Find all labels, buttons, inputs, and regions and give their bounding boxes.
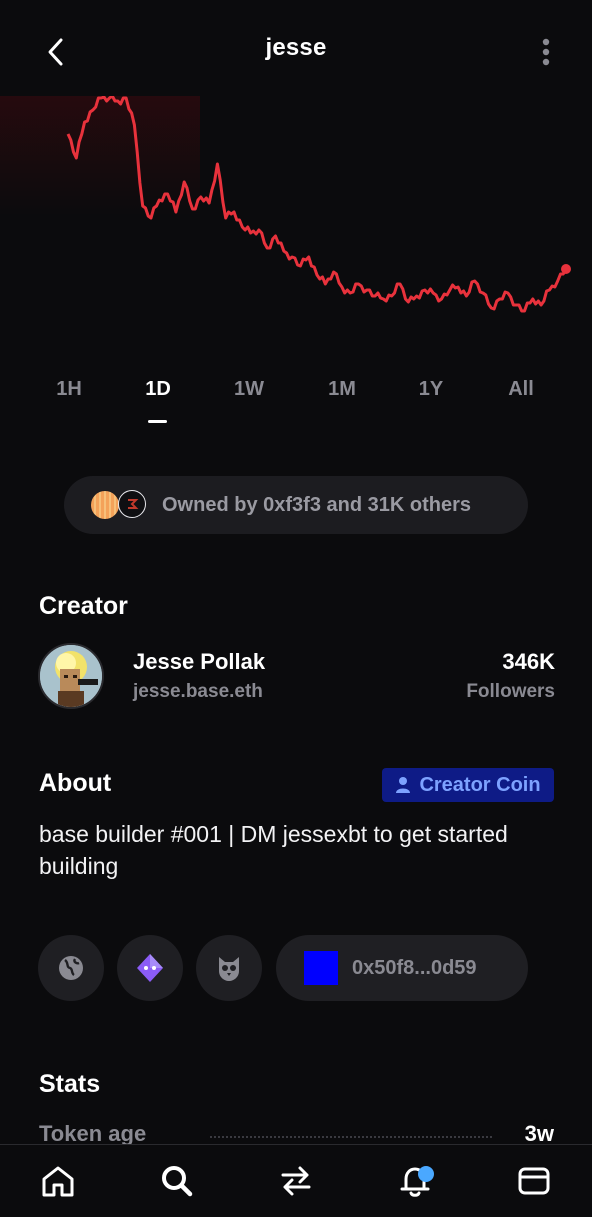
globe-icon [59, 956, 83, 980]
stat-divider [210, 1136, 492, 1138]
stats-section-title: Stats [39, 1070, 101, 1098]
tab-swap[interactable] [274, 1159, 318, 1203]
more-vertical-icon [542, 38, 550, 66]
creator-coin-label: Creator Coin [419, 773, 541, 796]
home-icon [42, 1166, 74, 1197]
about-section-title: About [39, 769, 112, 797]
owl-icon [219, 957, 239, 981]
price-chart[interactable] [0, 96, 592, 356]
range-tab-1w[interactable]: 1W [219, 378, 279, 401]
more-options-button[interactable] [530, 34, 562, 70]
contract-address-button[interactable]: 0x50f8...0d59 [276, 935, 528, 1001]
creator-avatar[interactable] [38, 643, 104, 709]
owner-logo-icon [128, 499, 139, 509]
time-range-selector: 1H 1D 1W 1M 1Y All [0, 378, 592, 428]
followers-count: 346K [502, 649, 555, 674]
farcaster-button[interactable] [117, 935, 183, 1001]
pixel-avatar-image [40, 645, 102, 707]
website-button[interactable] [38, 935, 104, 1001]
tab-wallet[interactable] [512, 1159, 556, 1203]
followers-label: Followers [466, 681, 555, 702]
tab-home[interactable] [36, 1159, 80, 1203]
price-line [66, 96, 568, 313]
explorer-button[interactable] [196, 935, 262, 1001]
top-header: jesse [0, 0, 592, 100]
tab-search[interactable] [155, 1159, 199, 1203]
active-range-underline [148, 420, 167, 423]
owners-text: Owned by 0xf3f3 and 31K others [162, 493, 471, 516]
bottom-tab-bar [0, 1144, 592, 1217]
contract-address: 0x50f8...0d59 [352, 956, 477, 979]
owner-avatar [90, 490, 120, 520]
person-icon [396, 777, 411, 793]
tab-notifications[interactable] [393, 1159, 437, 1203]
owner-avatar [118, 490, 146, 518]
token-color-swatch [304, 951, 338, 985]
owners-pill[interactable]: Owned by 0xf3f3 and 31K others [64, 476, 528, 534]
page-title: jesse [265, 34, 327, 61]
notification-badge [418, 1166, 434, 1182]
owner-avatars [90, 490, 152, 520]
creator-coin-badge: Creator Coin [382, 768, 554, 802]
swap-icon [281, 1166, 311, 1196]
range-tab-1h[interactable]: 1H [39, 378, 99, 401]
creator-section-title: Creator [39, 592, 128, 620]
range-tab-1y[interactable]: 1Y [401, 378, 461, 401]
range-tab-1m[interactable]: 1M [312, 378, 372, 401]
creator-name[interactable]: Jesse Pollak [133, 649, 265, 675]
purple-gem-icon [137, 954, 163, 982]
wallet-icon [518, 1167, 550, 1195]
about-text: base builder #001 | DM jessexbt to get s… [39, 821, 508, 879]
creator-handle: jesse.base.eth [133, 681, 263, 702]
current-price-dot [561, 264, 571, 274]
range-tab-1d[interactable]: 1D [128, 378, 188, 401]
range-tab-all[interactable]: All [491, 378, 551, 401]
search-icon [162, 1166, 193, 1197]
